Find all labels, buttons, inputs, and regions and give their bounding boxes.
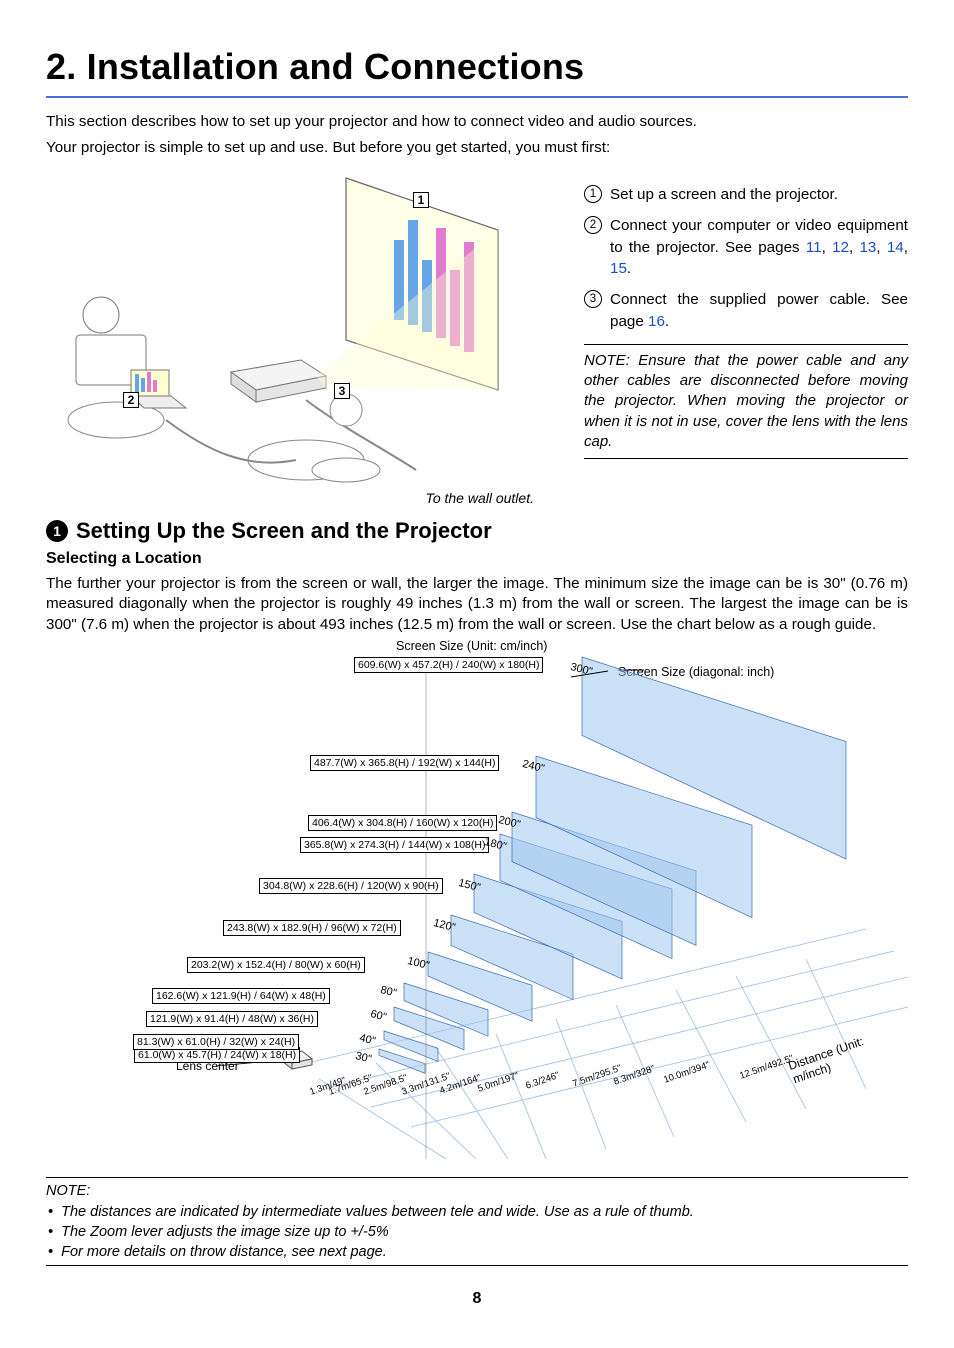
chapter-title: 2. Installation and Connections — [46, 46, 908, 88]
step-item: 3 Connect the supplied power cable. See p… — [584, 289, 908, 332]
footnote-item: The Zoom lever adjusts the image size up… — [48, 1222, 908, 1242]
screen-size-box: 304.8(W) x 228.6(H) / 120(W) x 90(H) — [259, 878, 443, 894]
top-block: 1 2 3 To the wall outlet. 1 Set up a scre… — [46, 164, 908, 506]
screen-size-box: 609.6(W) x 457.2(H) / 240(W) x 180(H) — [354, 657, 543, 673]
page-number: 8 — [0, 1290, 954, 1308]
note-box: NOTE: Ensure that the power cable and an… — [584, 344, 908, 459]
callout-3: 3 — [334, 383, 350, 399]
callout-1: 1 — [413, 192, 429, 208]
section-title-text: Setting Up the Screen and the Projector — [76, 518, 492, 544]
footnote-list: The distances are indicated by intermedi… — [46, 1202, 908, 1263]
page-link[interactable]: 11 — [806, 239, 822, 256]
section-title: 1 Setting Up the Screen and the Projecto… — [46, 518, 908, 544]
section-number-icon: 1 — [46, 520, 68, 542]
illustration-caption: To the wall outlet. — [46, 490, 536, 506]
throw-distance-chart: Screen Size (Unit: cm/inch) Screen Size … — [46, 639, 908, 1169]
screen-size-box: 406.4(W) x 304.8(H) / 160(W) x 120(H) — [308, 815, 497, 831]
callout-2: 2 — [123, 392, 139, 408]
selecting-body: The further your projector is from the s… — [46, 574, 908, 635]
setup-illustration: 1 2 3 — [46, 170, 536, 490]
footnotes: NOTE: The distances are indicated by int… — [46, 1177, 908, 1266]
title-underline — [46, 96, 908, 98]
chart-svg — [46, 639, 908, 1169]
page-link[interactable]: 13 — [859, 239, 876, 256]
intro-line-1: This section describes how to set up you… — [46, 112, 908, 132]
illustration-svg — [46, 170, 536, 490]
illustration-column: 1 2 3 To the wall outlet. — [46, 164, 536, 506]
step-number-icon: 1 — [584, 185, 602, 203]
footnote-heading: NOTE: — [46, 1181, 908, 1201]
screen-size-box: 81.3(W) x 61.0(H) / 32(W) x 24(H) — [133, 1034, 299, 1050]
page-link[interactable]: 14 — [887, 239, 904, 256]
page-link[interactable]: 15 — [610, 260, 627, 277]
page-link[interactable]: 16 — [648, 313, 665, 330]
step-text: Set up a screen and the projector. — [610, 184, 838, 205]
footnote-item: The distances are indicated by intermedi… — [48, 1202, 908, 1222]
step-text: Connect your computer or video equipment… — [610, 215, 908, 279]
steps-column: 1 Set up a screen and the projector. 2 Conn… — [584, 164, 908, 506]
screen-size-box: 203.2(W) x 152.4(H) / 80(W) x 60(H) — [187, 957, 365, 973]
step-number-icon: 3 — [584, 290, 602, 308]
footnote-item: For more details on throw distance, see … — [48, 1242, 908, 1262]
screen-size-box: 365.8(W) x 274.3(H) / 144(W) x 108(H) — [300, 837, 489, 853]
step-list: 1 Set up a screen and the projector. 2 Conn… — [584, 184, 908, 332]
screen-size-box: 162.6(W) x 121.9(H) / 64(W) x 48(H) — [152, 988, 330, 1004]
step-text: Connect the supplied power cable. See pa… — [610, 289, 908, 332]
screen-size-box: 121.9(W) x 91.4(H) / 48(W) x 36(H) — [146, 1011, 318, 1027]
step-item: 2 Connect your computer or video equipmen… — [584, 215, 908, 279]
step-item: 1 Set up a screen and the projector. — [584, 184, 908, 205]
screen-size-box: 487.7(W) x 365.8(H) / 192(W) x 144(H) — [310, 755, 499, 771]
intro-line-2: Your projector is simple to set up and u… — [46, 138, 908, 158]
screen-size-box: 243.8(W) x 182.9(H) / 96(W) x 72(H) — [223, 920, 401, 936]
page-link[interactable]: 12 — [832, 239, 849, 256]
step-number-icon: 2 — [584, 216, 602, 234]
sub-title: Selecting a Location — [46, 550, 908, 568]
